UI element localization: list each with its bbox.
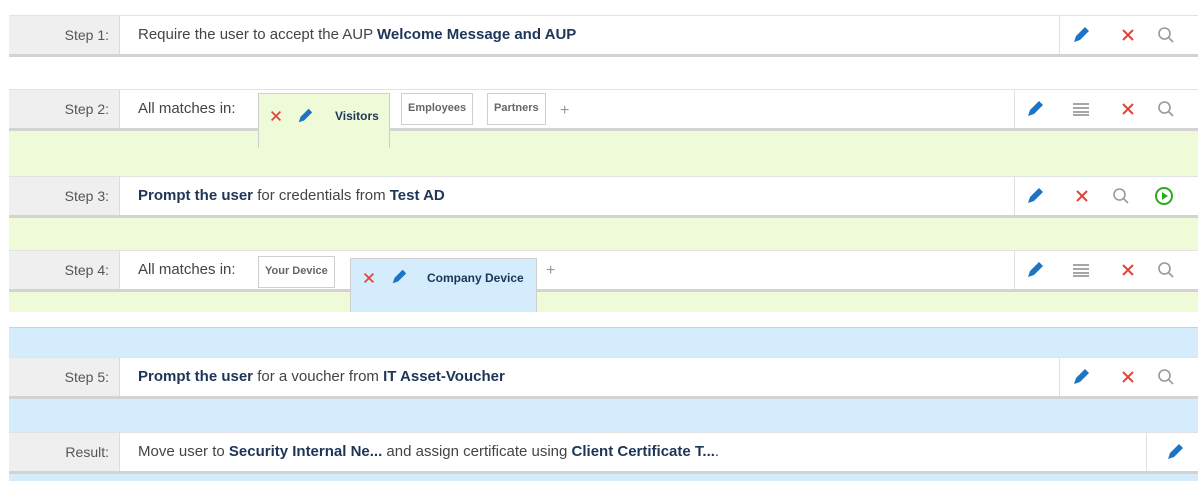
tab-your-device[interactable]: Your Device [258,256,335,288]
close-icon[interactable] [1117,24,1139,46]
close-icon[interactable] [1071,185,1093,207]
result-text: and assign certificate using [382,443,572,460]
tab-partners[interactable]: Partners [487,93,546,125]
list-icon[interactable] [1070,259,1092,281]
step3-expanded-area [9,217,1198,251]
tab-employees[interactable]: Employees [401,93,474,125]
step-label: Step 4: [9,251,120,289]
certificate-link[interactable]: Client Certificate T... [572,443,715,460]
pencil-icon[interactable] [1024,259,1046,281]
search-icon[interactable] [1155,98,1177,120]
step-label: Step 2: [9,90,120,128]
step2-expanded-area [9,131,1198,178]
search-icon[interactable] [1110,185,1132,207]
result-label: Result: [9,433,120,471]
matches-label: All matches in: [138,100,236,117]
close-icon[interactable] [265,105,287,127]
result-text: . [714,443,720,460]
pencil-icon[interactable] [1024,98,1046,120]
result-description: Move user to Security Internal Ne... and… [120,433,1198,471]
step5-selected-branch-area [9,398,1198,434]
step-5-row: Step 5: Prompt the user for a voucher fr… [9,357,1198,399]
close-icon[interactable] [1117,259,1139,281]
list-icon[interactable] [1070,98,1092,120]
step-3-row: Step 3: Prompt the user for credentials … [9,176,1198,218]
pencil-icon[interactable] [1164,441,1186,463]
step-description: Require the user to accept the AUP Welco… [120,16,1198,54]
step-text: for a voucher from [253,368,384,385]
pencil-icon[interactable] [1024,185,1046,207]
prompt-link[interactable]: Prompt the user [138,187,253,204]
source-link[interactable]: IT Asset-Voucher [383,368,505,385]
step-label: Step 3: [9,177,120,215]
step-text: for credentials from [253,187,390,204]
tab-label: Visitors [335,109,379,123]
step-label: Step 1: [9,16,120,54]
result-row: Result: Move user to Security Internal N… [9,432,1198,474]
aup-link[interactable]: Welcome Message and AUP [377,26,576,43]
result-text: Move user to [138,443,229,460]
pencil-icon[interactable] [1070,24,1092,46]
step-description: Prompt the user for a voucher from IT As… [120,358,1198,396]
tab-visitors[interactable]: Visitors [258,93,390,148]
step-label: Step 5: [9,358,120,396]
step-4-row: Step 4: All matches in: [9,250,1198,292]
close-icon[interactable] [358,267,380,289]
search-icon[interactable] [1155,366,1177,388]
step-text: Require the user to accept the AUP [138,26,378,43]
network-link[interactable]: Security Internal Ne... [229,443,382,460]
pencil-icon[interactable] [388,266,410,288]
step4-selected-branch-area [9,327,1198,359]
close-icon[interactable] [1117,366,1139,388]
close-icon[interactable] [1117,98,1139,120]
step-2-row: Step 2: All matches in: [9,89,1198,131]
pencil-icon[interactable] [294,105,316,127]
pencil-icon[interactable] [1070,366,1092,388]
play-circle-icon[interactable] [1153,185,1175,207]
prompt-link[interactable]: Prompt the user [138,368,253,385]
step-1-row: Step 1: Require the user to accept the A… [9,15,1198,57]
matches-label: All matches in: [138,261,236,278]
step4-expanded-area [9,292,1198,312]
add-tab-button[interactable]: + [560,92,569,130]
search-icon[interactable] [1155,259,1177,281]
add-tab-button[interactable]: + [546,252,555,290]
tab-label: Company Device [427,271,524,285]
tab-company-device[interactable]: Company Device [350,258,537,312]
source-link[interactable]: Test AD [390,187,445,204]
search-icon[interactable] [1155,24,1177,46]
